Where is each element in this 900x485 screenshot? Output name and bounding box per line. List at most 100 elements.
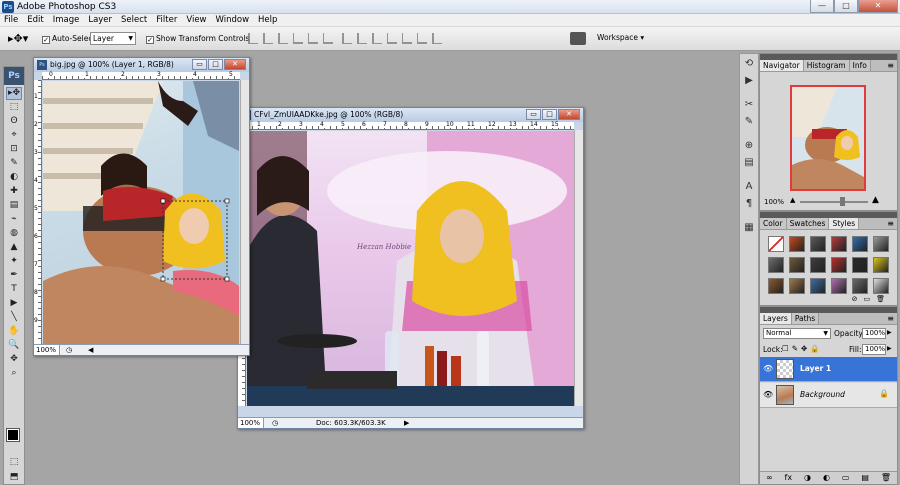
clone-stamp-tool-icon[interactable]: ▤ xyxy=(6,199,22,212)
eye-visibility-icon[interactable]: 👁 xyxy=(763,390,773,399)
style-swatch[interactable] xyxy=(831,257,847,273)
zoom-field[interactable]: 100% xyxy=(238,418,264,428)
character-panel-icon[interactable]: A xyxy=(742,180,756,194)
menu-edit[interactable]: Edit xyxy=(27,14,48,26)
style-swatch[interactable] xyxy=(873,257,889,273)
doc-minimize-button[interactable]: ▭ xyxy=(526,109,541,120)
navigator-thumbnail[interactable] xyxy=(790,85,866,191)
document-canvas-big[interactable] xyxy=(43,81,239,345)
style-swatch[interactable] xyxy=(810,257,826,273)
path-selection-tool-icon[interactable]: ▶ xyxy=(6,297,22,310)
navigator-zoom-value[interactable]: 100% xyxy=(764,198,784,206)
menu-file[interactable]: File xyxy=(4,14,23,26)
eraser-tool-icon[interactable]: ◍ xyxy=(6,227,22,240)
tools-preset-icon[interactable]: ✂ xyxy=(742,98,756,112)
clone-source-icon[interactable]: ⊕ xyxy=(742,139,756,153)
blur-tool-icon[interactable]: ✦ xyxy=(6,255,22,268)
document-window-big[interactable]: Ps big.jpg @ 100% (Layer 1, RGB/8) ▭ □ ✕… xyxy=(33,57,250,356)
zoom-slider-handle[interactable] xyxy=(840,197,845,206)
notes-tool-icon[interactable]: ⌕ xyxy=(6,367,22,380)
distribute-right-icon[interactable] xyxy=(417,33,427,44)
tab-layers[interactable]: Layers xyxy=(760,313,792,324)
adjustment-layer-icon[interactable]: ◐ xyxy=(823,472,830,484)
menu-image[interactable]: Image xyxy=(53,14,85,26)
align-hcenter-icon[interactable] xyxy=(308,33,318,44)
zoom-in-icon[interactable]: ▲ xyxy=(872,195,879,205)
lock-buttons-icon[interactable]: ☐✎✥🔒 xyxy=(782,344,823,353)
panel-menu-icon[interactable]: ≡ xyxy=(887,314,894,323)
new-layer-icon[interactable]: ▤ xyxy=(861,472,869,484)
menu-window[interactable]: Window xyxy=(216,14,255,26)
style-swatch[interactable] xyxy=(831,278,847,294)
doc-close-button[interactable]: ✕ xyxy=(558,109,580,120)
history-panel-icon[interactable]: ⟲ xyxy=(742,57,756,71)
workspace-icon[interactable] xyxy=(570,32,586,45)
document-title-bar[interactable]: Ps CFvl_ZmUIAADKke.jpg @ 100% (RGB/8) ▭ … xyxy=(238,108,583,122)
marquee-tool-icon[interactable]: ⬚ xyxy=(6,101,22,114)
close-button[interactable]: ✕ xyxy=(858,0,898,13)
distribute-top-icon[interactable] xyxy=(342,33,352,44)
panel-menu-icon[interactable]: ≡ xyxy=(887,219,894,228)
doc-maximize-button[interactable]: □ xyxy=(208,59,223,70)
zoom-tool-icon[interactable]: 🔍 xyxy=(6,339,22,352)
link-layers-icon[interactable]: ∞ xyxy=(766,472,773,484)
tab-paths[interactable]: Paths xyxy=(791,313,820,324)
layer-comps-icon[interactable]: ▤ xyxy=(742,156,756,170)
document-title-bar[interactable]: Ps big.jpg @ 100% (Layer 1, RGB/8) ▭ □ ✕ xyxy=(34,58,249,72)
vertical-scrollbar[interactable] xyxy=(574,130,583,406)
blend-mode-dropdown[interactable]: Normal ▼ xyxy=(763,328,831,339)
menu-select[interactable]: Select xyxy=(121,14,152,26)
minimize-button[interactable]: — xyxy=(810,0,834,13)
history-brush-tool-icon[interactable]: ⌁ xyxy=(6,213,22,226)
move-tool-preset-icon[interactable]: ▸✥▾ xyxy=(8,32,30,46)
line-tool-icon[interactable]: ╲ xyxy=(6,311,22,324)
style-swatch[interactable] xyxy=(789,278,805,294)
status-menu-arrow-icon[interactable]: ▶ xyxy=(404,418,409,428)
layer-comps-panel-icon[interactable]: ▦ xyxy=(742,221,756,235)
eyedropper-tool-icon[interactable]: ✥ xyxy=(6,353,22,366)
style-swatch[interactable] xyxy=(873,236,889,252)
style-swatch[interactable] xyxy=(852,236,868,252)
menu-help[interactable]: Help xyxy=(258,14,282,26)
doc-minimize-button[interactable]: ▭ xyxy=(192,59,207,70)
document-window-cfvl[interactable]: Ps CFvl_ZmUIAADKke.jpg @ 100% (RGB/8) ▭ … xyxy=(237,107,584,429)
eye-visibility-icon[interactable]: 👁 xyxy=(763,364,773,373)
maximize-button[interactable]: □ xyxy=(834,0,858,13)
status-menu-arrow-icon[interactable]: ◀ xyxy=(88,345,93,355)
tab-color[interactable]: Color xyxy=(760,218,787,229)
style-swatch[interactable] xyxy=(810,236,826,252)
doc-close-button[interactable]: ✕ xyxy=(224,59,246,70)
lasso-tool-icon[interactable]: ʘ xyxy=(6,115,22,128)
workspace-menu[interactable]: Workspace ▾ xyxy=(597,33,644,42)
hand-tool-icon[interactable]: ✋ xyxy=(6,325,22,338)
show-transform-checkbox[interactable]: ✓ Show Transform Controls xyxy=(146,33,249,44)
menu-view[interactable]: View xyxy=(186,14,211,26)
menu-layer[interactable]: Layer xyxy=(88,14,117,26)
horizontal-ruler[interactable]: 1 2 3 4 5 6 7 8 9 10 11 12 13 14 15 xyxy=(246,122,574,130)
align-left-icon[interactable] xyxy=(293,33,303,44)
type-tool-icon[interactable]: T xyxy=(6,283,22,296)
fill-slider-arrow-icon[interactable]: ▶ xyxy=(887,345,892,352)
style-swatch[interactable] xyxy=(852,278,868,294)
horizontal-ruler[interactable]: 0 1 2 3 4 5 xyxy=(42,72,240,80)
vertical-ruler[interactable]: 1 2 3 4 5 6 7 8 9 xyxy=(34,80,42,345)
status-info-icon[interactable]: ◷ xyxy=(66,345,72,355)
doc-maximize-button[interactable]: □ xyxy=(542,109,557,120)
actions-panel-icon[interactable]: ▶ xyxy=(742,74,756,88)
gradient-tool-icon[interactable]: ▲ xyxy=(6,241,22,254)
brushes-panel-icon[interactable]: ✎ xyxy=(742,115,756,129)
pen-tool-icon[interactable]: ✒ xyxy=(6,269,22,282)
layer-style-icon[interactable]: fx xyxy=(785,472,793,484)
magic-wand-tool-icon[interactable]: ⌖ xyxy=(6,129,22,142)
opacity-field[interactable]: 100% xyxy=(862,328,886,339)
layer-row-layer1[interactable]: 👁 Layer 1 xyxy=(760,357,897,382)
align-vcenter-icon[interactable] xyxy=(263,33,273,44)
panel-menu-icon[interactable]: ≡ xyxy=(887,61,894,70)
new-group-icon[interactable]: ▭ xyxy=(842,472,850,484)
zoom-out-icon[interactable]: ▲ xyxy=(790,196,795,204)
status-info-icon[interactable]: ◷ xyxy=(272,418,278,428)
menu-filter[interactable]: Filter xyxy=(156,14,182,26)
style-swatch[interactable] xyxy=(768,278,784,294)
tab-histogram[interactable]: Histogram xyxy=(803,60,850,71)
tab-navigator[interactable]: Navigator xyxy=(760,60,804,71)
